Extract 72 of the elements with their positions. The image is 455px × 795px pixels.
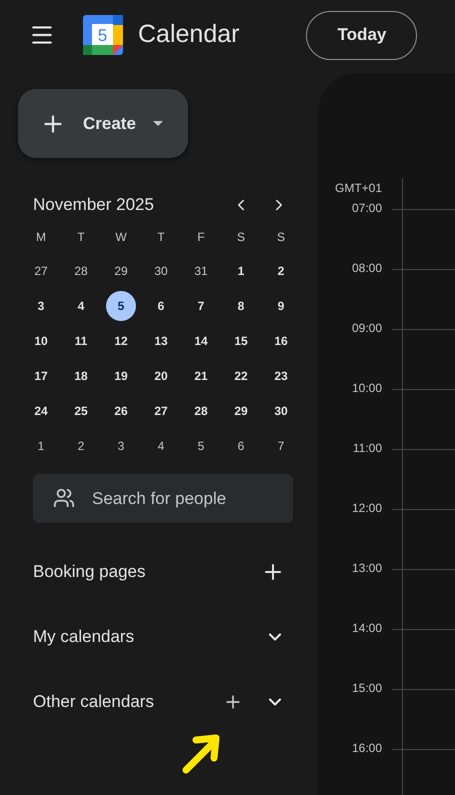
calendar-day[interactable]: 24 <box>26 396 56 426</box>
calendar-day[interactable]: 30 <box>146 256 176 286</box>
calendar-day[interactable]: 15 <box>226 326 256 356</box>
calendar-day[interactable]: 20 <box>146 360 176 390</box>
calendar-day[interactable]: 8 <box>226 290 256 320</box>
calendar-day[interactable]: 13 <box>146 326 176 356</box>
today-button[interactable]: Today <box>306 10 418 60</box>
section-title[interactable]: My calendars <box>33 624 223 650</box>
calendar-day[interactable]: 3 <box>26 290 56 320</box>
hour-label: 14:00 <box>352 621 382 635</box>
calendar-day[interactable]: 31 <box>186 256 216 286</box>
weekday-label: S <box>276 229 285 246</box>
calendar-day[interactable]: 5 <box>186 430 216 460</box>
calendar-day[interactable]: 28 <box>186 396 216 426</box>
hour-label: 08:00 <box>352 261 382 275</box>
calendar-day[interactable]: 6 <box>226 430 256 460</box>
calendar-day[interactable]: 4 <box>66 290 96 320</box>
calendar-day[interactable]: 12 <box>106 326 136 356</box>
hour-label: 13:00 <box>352 561 382 575</box>
calendar-logo-icon: 5 <box>83 15 123 55</box>
calendar-day[interactable]: 2 <box>66 430 96 460</box>
weekday-label: S <box>236 229 245 246</box>
hour-label: 12:00 <box>352 501 382 515</box>
calendar-day[interactable]: 9 <box>266 290 296 320</box>
calendar-day[interactable]: 7 <box>266 430 296 460</box>
hour-label: 07:00 <box>352 201 382 215</box>
calendar-day[interactable]: 26 <box>106 396 136 426</box>
calendar-day[interactable]: 1 <box>26 430 56 460</box>
annotation-arrow-icon <box>180 732 222 776</box>
calendar-day[interactable]: 18 <box>66 360 96 390</box>
hour-label: 11:00 <box>352 441 382 455</box>
hour-label: 09:00 <box>352 321 382 335</box>
calendar-day[interactable]: 17 <box>26 360 56 390</box>
section-title[interactable]: Other calendars <box>33 688 223 714</box>
calendar-day[interactable]: 30 <box>266 396 296 426</box>
calendar-day[interactable]: 6 <box>146 290 176 320</box>
month-title: November 2025 <box>33 194 155 216</box>
timezone-label: GMT+01 <box>334 180 382 197</box>
calendar-day[interactable]: 10 <box>26 326 56 356</box>
calendar-day[interactable]: 29 <box>226 396 256 426</box>
calendar-day[interactable]: 5 <box>106 290 136 320</box>
calendar-day[interactable]: 11 <box>66 326 96 356</box>
people-icon <box>53 487 75 509</box>
weekday-label: M <box>36 229 46 246</box>
calendar-day[interactable]: 25 <box>66 396 96 426</box>
create-button[interactable]: Create <box>18 89 188 158</box>
weekday-label: F <box>197 229 205 246</box>
hour-label: 15:00 <box>352 681 382 695</box>
calendar-day[interactable]: 28 <box>66 256 96 286</box>
calendar-day[interactable]: 4 <box>146 430 176 460</box>
calendar-day[interactable]: 22 <box>226 360 256 390</box>
calendar-day[interactable]: 1 <box>226 256 256 286</box>
app-title: Calendar <box>138 19 240 50</box>
calendar-day[interactable]: 14 <box>186 326 216 356</box>
calendar-day[interactable]: 29 <box>106 256 136 286</box>
calendar-day[interactable]: 21 <box>186 360 216 390</box>
calendar-day[interactable]: 27 <box>146 396 176 426</box>
caret-icon <box>152 121 163 126</box>
calendar-day[interactable]: 27 <box>26 256 56 286</box>
calendar-day[interactable]: 3 <box>106 430 136 460</box>
calendar-day[interactable]: 7 <box>186 290 216 320</box>
weekday-label: W <box>115 229 127 246</box>
calendar-day[interactable]: 23 <box>266 360 296 390</box>
weekday-label: T <box>157 229 165 246</box>
calendar-day[interactable]: 19 <box>106 360 136 390</box>
calendar-day[interactable]: 16 <box>266 326 296 356</box>
hour-label: 16:00 <box>352 741 382 755</box>
weekday-label: T <box>77 229 85 246</box>
search-field[interactable]: Search for people <box>33 474 293 523</box>
hour-label: 10:00 <box>352 381 382 395</box>
section-title[interactable]: Booking pages <box>33 558 223 584</box>
calendar-day[interactable]: 2 <box>266 256 296 286</box>
